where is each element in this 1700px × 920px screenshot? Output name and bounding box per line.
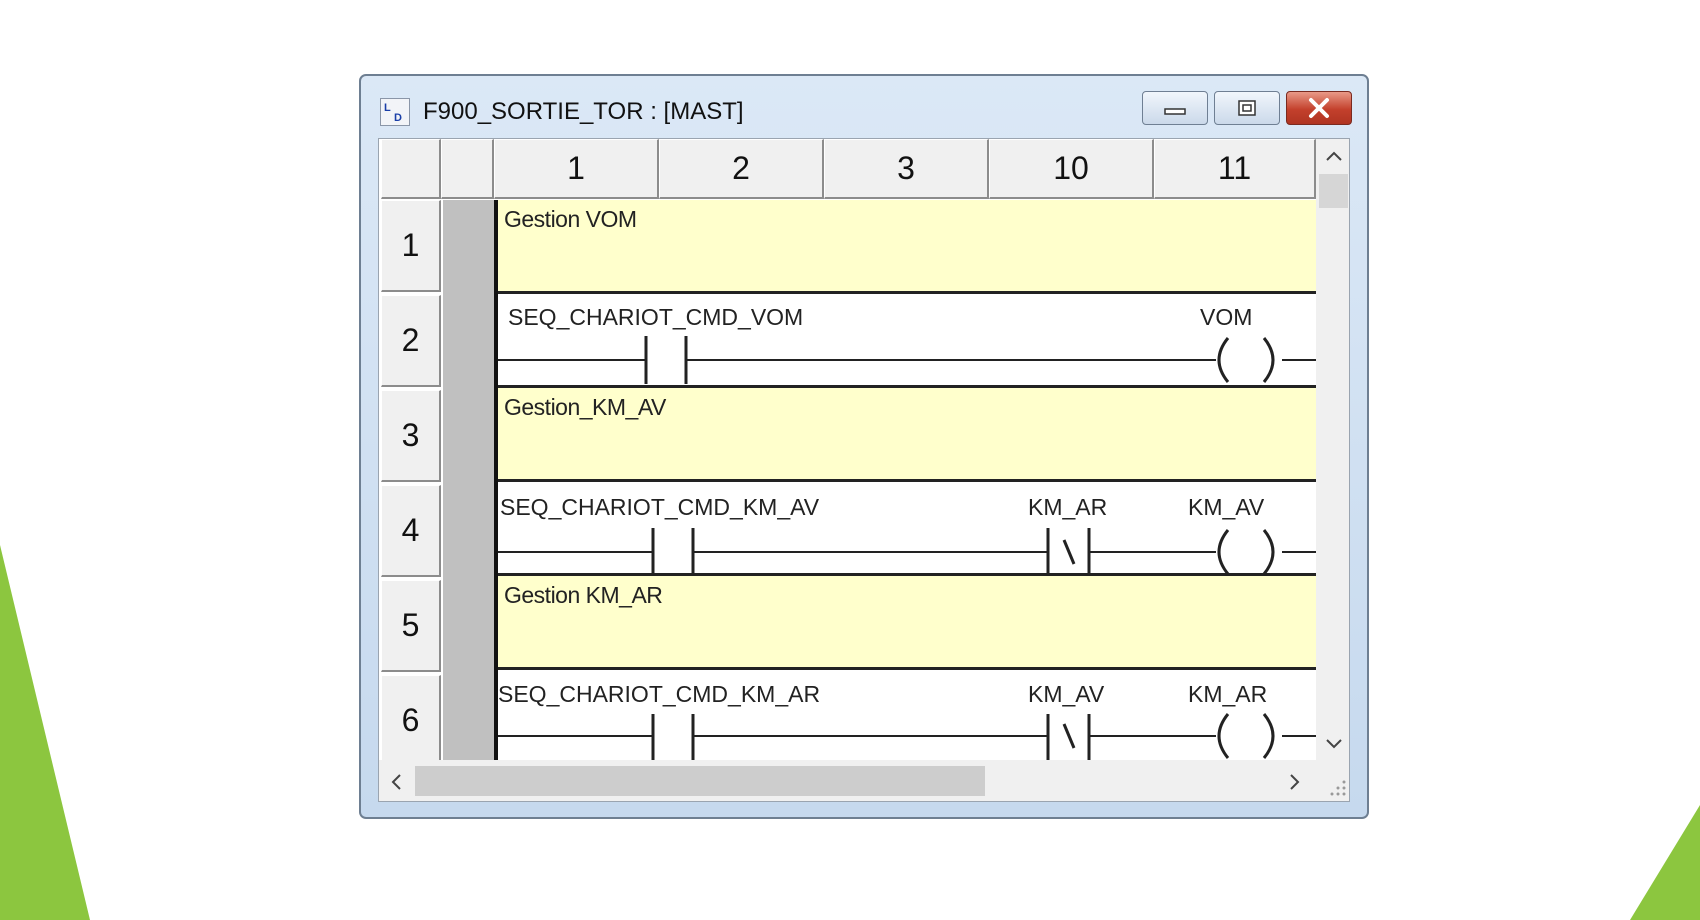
row-header[interactable]: 5: [381, 580, 441, 672]
minimize-icon: [1164, 108, 1186, 115]
comment-rung[interactable]: Gestion_KM_AV: [498, 388, 1316, 482]
scroll-right-icon[interactable]: [1288, 773, 1302, 791]
minimize-button[interactable]: [1142, 91, 1208, 125]
row-header[interactable]: 2: [381, 295, 441, 387]
ld-editor-icon: L D: [380, 98, 410, 126]
title-bar[interactable]: L D F900_SORTIE_TOR : [MAST]: [361, 76, 1367, 136]
ladder-rung[interactable]: SEQ_CHARIOT_CMD_VOM VOM: [498, 294, 1316, 388]
contact-label: SEQ_CHARIOT_CMD_VOM: [508, 304, 803, 330]
row-header[interactable]: 6: [381, 675, 441, 767]
coil-label: VOM: [1200, 304, 1252, 330]
coil-label: KM_AR: [1188, 681, 1267, 707]
normally-closed-contact[interactable]: [1046, 714, 1091, 762]
column-header[interactable]: 3: [824, 139, 989, 199]
normally-open-contact[interactable]: [651, 714, 695, 762]
row-header[interactable]: 4: [381, 485, 441, 577]
comment-rung[interactable]: Gestion KM_AR: [498, 576, 1316, 670]
column-header[interactable]: 1: [494, 139, 659, 199]
comment-text: Gestion KM_AR: [504, 582, 663, 608]
horizontal-scrollbar[interactable]: [379, 760, 1316, 801]
output-coil[interactable]: [1217, 529, 1275, 575]
rung-diagram: SEQ_CHARIOT_CMD_VOM VOM: [498, 304, 1316, 384]
maximize-button[interactable]: [1214, 91, 1280, 125]
normally-open-contact[interactable]: [644, 336, 688, 384]
corner-header-cell: [441, 139, 494, 199]
nc-contact-label: KM_AV: [1028, 681, 1105, 707]
column-header[interactable]: 11: [1154, 139, 1316, 199]
row-header[interactable]: 1: [381, 200, 441, 292]
comment-text: Gestion VOM: [504, 206, 637, 232]
green-decoration-left: [0, 545, 90, 920]
vertical-scroll-thumb[interactable]: [1319, 174, 1348, 208]
horizontal-scroll-thumb[interactable]: [415, 766, 985, 796]
corner-header-cell: [381, 139, 441, 199]
normally-closed-contact[interactable]: [1046, 528, 1091, 574]
rung-diagram: SEQ_CHARIOT_CMD_KM_AR KM_AV KM_AR: [498, 681, 1316, 762]
ld-editor-window: L D F900_SORTIE_TOR : [MAST] 1 2 3 10 11…: [359, 74, 1369, 819]
rung-margin: [443, 200, 494, 760]
close-icon: [1309, 98, 1329, 118]
normally-open-contact[interactable]: [651, 528, 695, 574]
resize-grip[interactable]: [1316, 760, 1349, 801]
comment-text: Gestion_KM_AV: [504, 394, 666, 420]
vertical-scrollbar[interactable]: [1316, 139, 1349, 760]
contact-label: SEQ_CHARIOT_CMD_KM_AR: [498, 681, 820, 707]
contact-label: SEQ_CHARIOT_CMD_KM_AV: [500, 494, 820, 520]
svg-text:D: D: [394, 112, 402, 124]
maximize-icon: [1238, 100, 1256, 116]
column-header[interactable]: 10: [989, 139, 1154, 199]
nc-contact-label: KM_AR: [1028, 494, 1107, 520]
scroll-up-icon[interactable]: [1325, 149, 1343, 163]
svg-text:L: L: [384, 102, 391, 114]
window-title: F900_SORTIE_TOR : [MAST]: [423, 98, 744, 125]
green-decoration-right: [1630, 805, 1700, 920]
row-header[interactable]: 3: [381, 390, 441, 482]
ladder-rung[interactable]: SEQ_CHARIOT_CMD_KM_AR KM_AV KM_AR: [498, 670, 1316, 764]
close-button[interactable]: [1286, 91, 1352, 125]
coil-label: KM_AV: [1188, 494, 1265, 520]
scroll-left-icon[interactable]: [389, 773, 403, 791]
ladder-grid: 1 2 3 10 11 1 2 3 4 5 6 Gestion VOM SEQ_…: [378, 138, 1350, 802]
comment-rung[interactable]: Gestion VOM: [498, 200, 1316, 294]
output-coil[interactable]: [1217, 337, 1275, 383]
ladder-rung[interactable]: SEQ_CHARIOT_CMD_KM_AV KM_AR KM_AV: [498, 482, 1316, 576]
scroll-down-icon[interactable]: [1325, 737, 1343, 751]
resize-grip-icon: [1330, 780, 1346, 796]
column-header[interactable]: 2: [659, 139, 824, 199]
output-coil[interactable]: [1217, 713, 1275, 759]
rung-diagram: SEQ_CHARIOT_CMD_KM_AV KM_AR KM_AV: [498, 494, 1316, 575]
